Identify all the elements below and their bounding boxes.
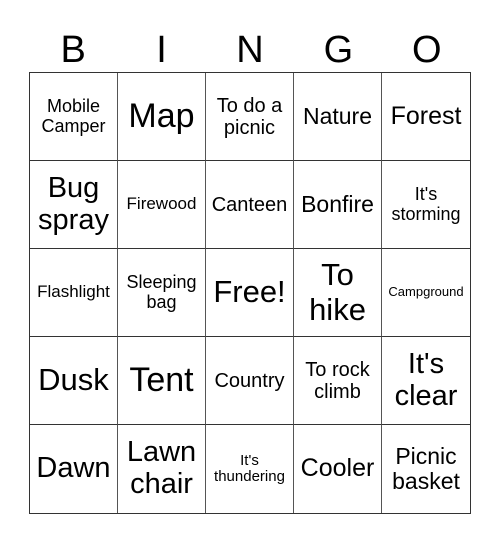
bingo-cell[interactable]: Flashlight xyxy=(30,249,118,337)
header-letter-g: G xyxy=(323,29,354,71)
bingo-cell[interactable]: Nature xyxy=(294,73,382,161)
bingo-cell[interactable]: Lawn chair xyxy=(118,425,206,513)
header-letter-i: I xyxy=(156,29,167,71)
bingo-cell[interactable]: Tent xyxy=(118,337,206,425)
header-letter-n: N xyxy=(236,29,264,71)
bingo-cell[interactable]: Firewood xyxy=(118,161,206,249)
bingo-cell[interactable]: To do a picnic xyxy=(206,73,294,161)
bingo-board: Mobile Camper Map To do a picnic Nature … xyxy=(29,72,471,514)
bingo-header: B I N G O xyxy=(29,28,471,72)
bingo-cell[interactable]: Dawn xyxy=(30,425,118,513)
bingo-cell[interactable]: Country xyxy=(206,337,294,425)
bingo-cell[interactable]: Dusk xyxy=(30,337,118,425)
free-space-cell[interactable]: Free! xyxy=(206,249,294,337)
bingo-cell[interactable]: Bug spray xyxy=(30,161,118,249)
bingo-cell[interactable]: Mobile Camper xyxy=(30,73,118,161)
header-letter-o: O xyxy=(411,29,442,71)
header-letter-b: B xyxy=(60,29,86,71)
bingo-cell[interactable]: It's clear xyxy=(382,337,470,425)
bingo-cell[interactable]: It's thundering xyxy=(206,425,294,513)
bingo-cell[interactable]: To hike xyxy=(294,249,382,337)
bingo-cell[interactable]: Bonfire xyxy=(294,161,382,249)
bingo-cell[interactable]: Sleeping bag xyxy=(118,249,206,337)
bingo-cell[interactable]: Map xyxy=(118,73,206,161)
bingo-cell[interactable]: Cooler xyxy=(294,425,382,513)
bingo-cell[interactable]: It's storming xyxy=(382,161,470,249)
bingo-cell[interactable]: Campground xyxy=(382,249,470,337)
bingo-cell[interactable]: Forest xyxy=(382,73,470,161)
bingo-cell[interactable]: Picnic basket xyxy=(382,425,470,513)
bingo-cell[interactable]: To rock climb xyxy=(294,337,382,425)
bingo-cell[interactable]: Canteen xyxy=(206,161,294,249)
